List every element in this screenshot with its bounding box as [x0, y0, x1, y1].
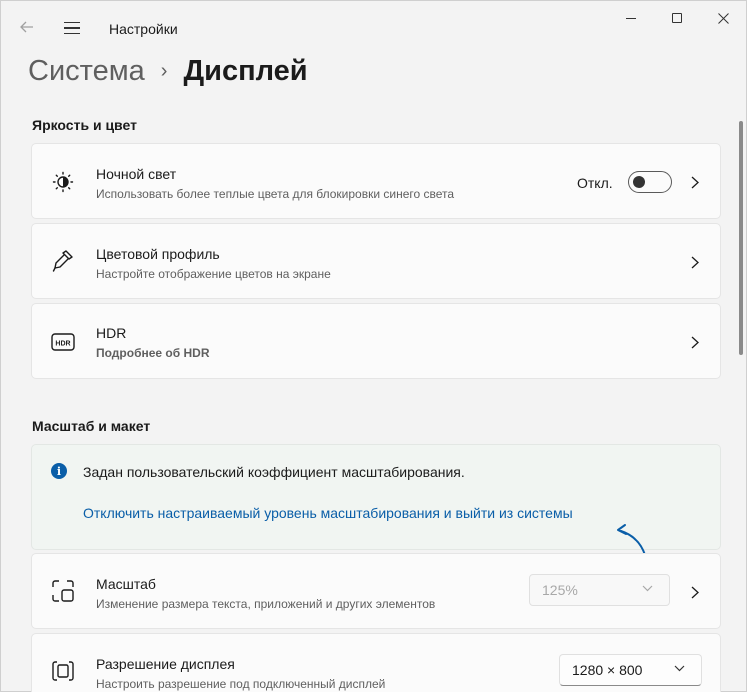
scale-subtitle: Изменение размера текста, приложений и д…	[96, 597, 436, 611]
scale-dropdown: 125%	[529, 574, 670, 606]
hamburger-menu-icon[interactable]	[59, 15, 85, 41]
chevron-right-icon[interactable]	[688, 585, 702, 599]
resolution-subtitle: Настроить разрешение под подключенный ди…	[96, 677, 386, 691]
minimize-icon	[626, 17, 636, 19]
scale-icon	[50, 578, 76, 604]
hdr-card[interactable]: HDR HDR Подробнее об HDR	[31, 303, 721, 379]
back-arrow-icon	[20, 21, 33, 33]
section-title-brightness: Яркость и цвет	[32, 117, 137, 133]
resolution-dropdown[interactable]: 1280 × 800	[559, 654, 702, 686]
night-light-title: Ночной свет	[96, 166, 177, 182]
color-profile-card[interactable]: Цветовой профиль Настройте отображение ц…	[31, 223, 721, 299]
maximize-icon	[672, 13, 682, 23]
minimize-button[interactable]	[608, 1, 654, 35]
hdr-title: HDR	[96, 325, 127, 341]
eyedropper-icon	[50, 248, 76, 274]
night-light-subtitle: Использовать более теплые цвета для блок…	[96, 187, 455, 201]
scale-title: Масштаб	[96, 576, 156, 592]
color-profile-title: Цветовой профиль	[96, 246, 220, 262]
maximize-button[interactable]	[654, 1, 700, 35]
close-icon	[717, 12, 729, 24]
info-message: Задан пользовательский коэффициент масшт…	[83, 464, 465, 480]
night-light-card[interactable]: Ночной свет Использовать более теплые цв…	[31, 143, 721, 219]
scale-card[interactable]: Масштаб Изменение размера текста, прилож…	[31, 553, 721, 629]
color-profile-subtitle: Настройте отображение цветов на экране	[96, 267, 331, 281]
title-bar: Настройки	[1, 1, 746, 49]
hdr-icon-text: HDR	[55, 341, 70, 348]
hdr-icon: HDR	[50, 329, 76, 355]
chevron-down-icon	[642, 585, 653, 592]
breadcrumb: Система › Дисплей	[28, 55, 308, 88]
chevron-right-icon[interactable]	[688, 335, 702, 349]
section-title-scale: Масштаб и макет	[32, 418, 151, 434]
scrollbar-thumb[interactable]	[739, 121, 743, 355]
breadcrumb-separator: ›	[160, 60, 168, 82]
app-title: Настройки	[109, 21, 178, 37]
resolution-card[interactable]: Разрешение дисплея Настроить разрешение …	[31, 633, 721, 692]
chevron-down-icon	[674, 665, 685, 672]
resolution-icon	[50, 658, 76, 684]
page-title: Дисплей	[183, 55, 308, 87]
night-light-state-label: Откл.	[577, 175, 613, 191]
settings-window: Настройки Система › Дисплей Яркость и цв…	[0, 0, 747, 692]
hdr-learn-more-link[interactable]: Подробнее об HDR	[96, 346, 210, 360]
resolution-title: Разрешение дисплея	[96, 656, 235, 672]
info-icon: i	[51, 463, 67, 479]
scale-value: 125%	[542, 582, 578, 598]
resolution-value: 1280 × 800	[572, 662, 643, 678]
chevron-right-icon[interactable]	[688, 175, 702, 189]
close-button[interactable]	[700, 1, 746, 35]
night-light-icon	[50, 169, 76, 195]
chevron-right-icon[interactable]	[688, 255, 702, 269]
night-light-toggle[interactable]	[628, 171, 672, 193]
back-button[interactable]	[13, 13, 41, 41]
breadcrumb-parent[interactable]: Система	[28, 55, 145, 88]
disable-custom-scale-link[interactable]: Отключить настраиваемый уровень масштаби…	[83, 505, 573, 521]
toggle-knob	[633, 176, 645, 188]
